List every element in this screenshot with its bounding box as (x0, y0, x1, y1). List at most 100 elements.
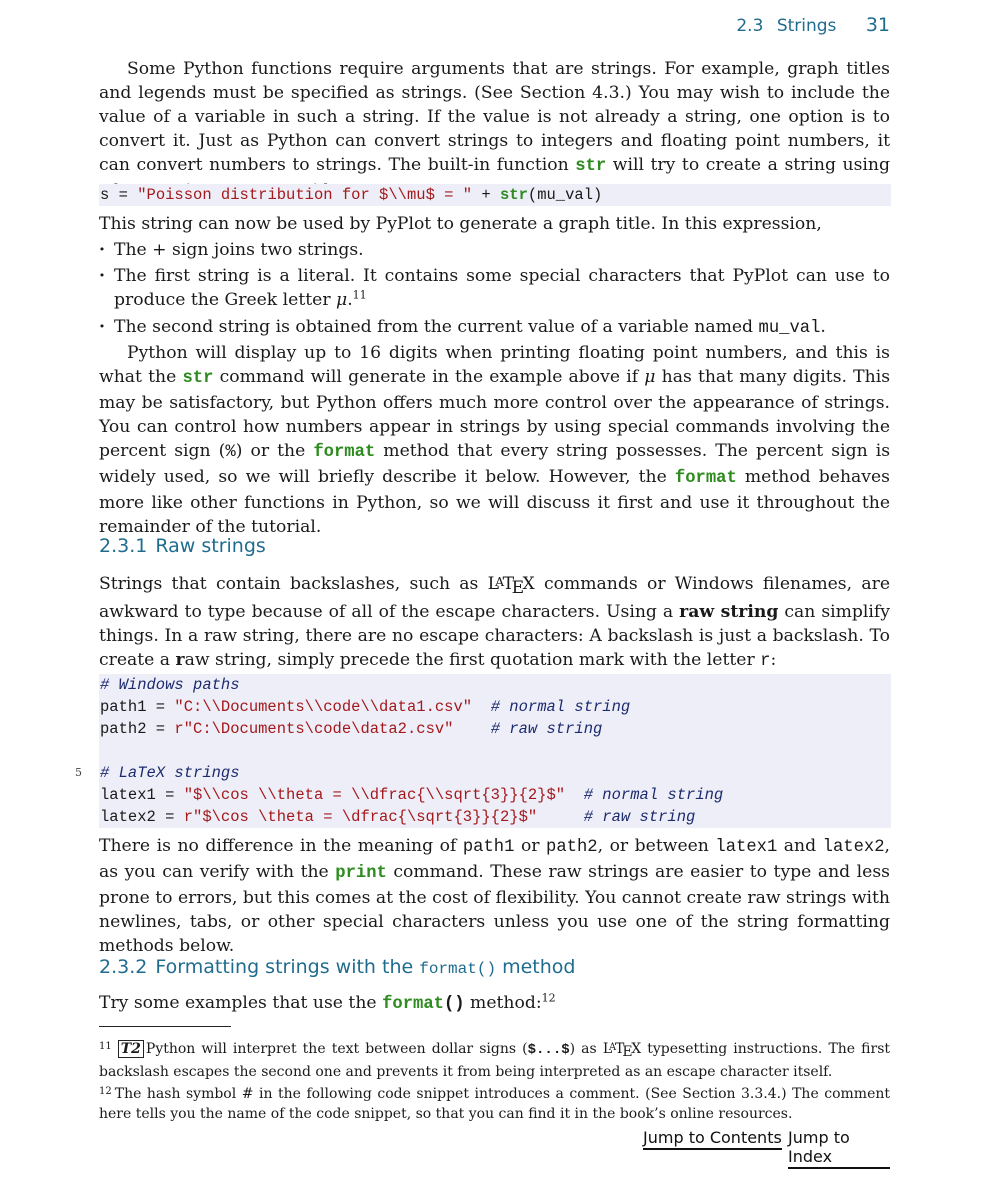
track2-badge: T2 (117, 1040, 144, 1058)
inline-code: % (225, 443, 236, 462)
paragraph-python-digits: Python will display up to 16 digits when… (99, 341, 890, 539)
section-number: 2.3.2 (99, 956, 148, 978)
paragraph-raw-strings: Strings that contain backslashes, such a… (99, 570, 890, 674)
code-keyword-str: str (182, 369, 214, 388)
code-comment: # normal string (583, 786, 724, 804)
footnote-ref-11[interactable]: 11 (353, 288, 367, 301)
text-run: and (777, 836, 823, 856)
list-item: The second string is obtained from the c… (99, 315, 890, 341)
section-number: 2.3.1 (99, 535, 148, 557)
code-string: "C:\\Documents\\code\\data1.csv" (174, 698, 473, 716)
inline-code: $...$ (527, 1042, 570, 1058)
footnotes: 11 T2 Python will interpret the text betwe… (99, 1037, 890, 1124)
code-line: 5 # LaTeX strings (75, 762, 891, 784)
inline-code: r (760, 651, 771, 671)
code-line: path1 = "C:\\Documents\\code\\data1.csv"… (100, 696, 891, 718)
footnote-12: 12 The hash symbol # in the following cod… (99, 1082, 890, 1124)
inline-code: latex1 (715, 838, 778, 857)
section-heading-2-3-1: 2.3.1 Raw strings (99, 535, 890, 557)
section-heading-2-3-2: 2.3.2 Formatting strings with the format(… (99, 956, 890, 978)
text-run: method: (464, 993, 542, 1013)
math-mu: μ (336, 290, 348, 310)
punct: . (820, 317, 826, 337)
code-comment: # LaTeX strings (100, 764, 240, 782)
code-keyword-format: format (313, 443, 376, 462)
code-var: s = (100, 186, 138, 204)
line-number: 5 (75, 766, 82, 779)
code-comment: # raw string (583, 808, 696, 826)
list-item-text: The first string is a literal. It contai… (114, 266, 890, 310)
text-run: The hash symbol # in the following code … (99, 1086, 890, 1123)
intro-paragraph: Some Python functions require arguments … (99, 57, 890, 203)
code-line: latex1 = "$\\cos \\theta = \\dfrac{\\sqr… (100, 784, 891, 806)
latex-logo: LATEX (487, 574, 535, 598)
text-run: or (514, 836, 547, 856)
jump-to-contents-link[interactable]: Jump to Contents (643, 1128, 782, 1150)
code-keyword-format: format (382, 995, 444, 1014)
section-title-code: format() (419, 960, 497, 978)
code-var: latex2 = (100, 808, 184, 826)
text-run: , or between (597, 836, 716, 856)
section-title: method (496, 956, 576, 978)
math-mu: μ (644, 367, 656, 387)
footnote-ref-12[interactable]: 12 (542, 991, 556, 1004)
code-line: path2 = r"C:\Documents\code\data2.csv" #… (100, 718, 891, 740)
footnote-11: 11 T2 Python will interpret the text betwe… (99, 1037, 890, 1082)
section-title: Raw strings (155, 535, 266, 557)
footnote-rule (99, 1026, 890, 1027)
code-var: latex1 = (100, 786, 184, 804)
code-keyword-format: format (674, 469, 737, 488)
footnote-mark: 12 (99, 1086, 112, 1098)
paragraph-no-difference: There is no difference in the meaning of… (99, 834, 890, 958)
code-comment: # normal string (490, 698, 631, 716)
latex-logo: LATEX (602, 1041, 642, 1061)
code-keyword-print: print (335, 864, 387, 883)
section-title: Formatting strings with the (155, 956, 420, 978)
code-snippet-1: s = "Poisson distribution for $\\mu$ = "… (99, 184, 891, 206)
code-string: r"$\cos \theta = \dfrac{\sqrt{3}}{2}$" (183, 808, 538, 826)
text-run: command will generate in the example abo… (213, 367, 645, 387)
list-item-text: The + sign joins two strings. (114, 240, 364, 260)
code-string: r"C:\Documents\code\data2.csv" (174, 720, 454, 738)
code-keyword-str: str (575, 157, 607, 176)
list-item: The + sign joins two strings. (99, 238, 890, 262)
bold-term: raw string (679, 601, 779, 622)
code-comment: # Windows paths (100, 676, 240, 694)
code-var: path1 = (100, 698, 175, 716)
text-run: aw string, simply precede the first quot… (184, 649, 761, 670)
code-snippet-2: # Windows paths path1 = "C:\\Documents\\c… (75, 674, 891, 828)
inline-code: () (443, 995, 465, 1014)
inline-code: path2 (546, 838, 598, 857)
running-header: 2.3 Strings 31 (736, 14, 890, 36)
code-comment: # raw string (490, 720, 603, 738)
after-code-paragraph: This string can now be used by PyPlot to… (99, 212, 890, 236)
text-run: : (770, 649, 777, 670)
bullet-list: The + sign joins two strings. The first … (99, 238, 890, 341)
text-run: There is no difference in the meaning of (99, 836, 463, 856)
list-item: The first string is a literal. It contai… (99, 264, 890, 312)
jump-to-index-link[interactable]: Jump to Index (788, 1128, 890, 1169)
list-item-text: The second string is obtained from the c… (114, 317, 759, 337)
bold-letter: r (175, 649, 185, 670)
text-run: ) or the (235, 441, 314, 461)
code-var: path2 = (100, 720, 175, 738)
footnote-mark: 11 (99, 1041, 112, 1052)
text-run: Python will interpret the text between d… (145, 1041, 528, 1057)
page-number: 31 (865, 14, 890, 36)
paragraph-try-examples: Try some examples that use the format() … (99, 991, 890, 1017)
code-function: str (499, 186, 528, 204)
text-run: ) as (569, 1041, 603, 1057)
text-run: Strings that contain backslashes, such a… (99, 574, 488, 595)
code-string: "$\\cos \\theta = \\dfrac{\\sqrt{3}}{2}$… (183, 786, 566, 804)
code-operator: + (472, 186, 500, 204)
header-section-number: 2.3 (736, 16, 764, 36)
paragraph-text: This string can now be used by PyPlot to… (99, 214, 822, 234)
code-line: # Windows paths (100, 674, 891, 696)
inline-code: path1 (462, 838, 515, 857)
text-run: Try some examples that use the (99, 993, 383, 1013)
